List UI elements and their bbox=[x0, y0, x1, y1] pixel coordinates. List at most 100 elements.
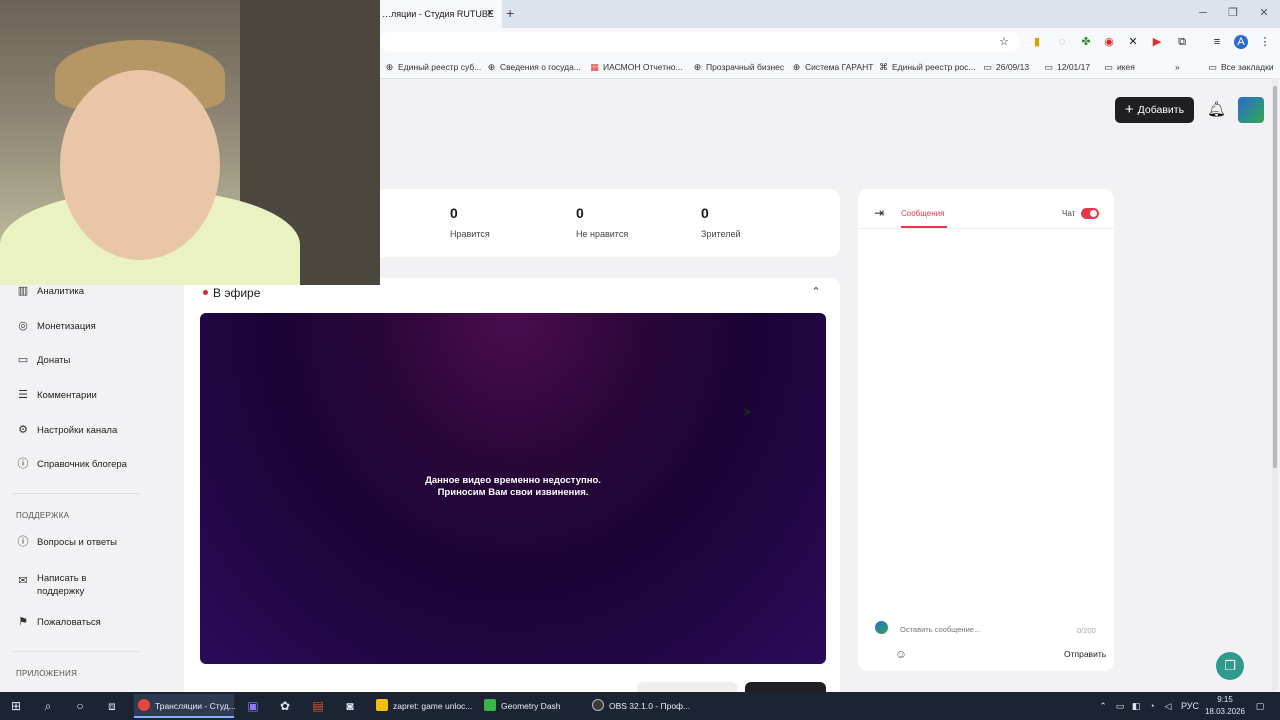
collapse-panel-icon[interactable]: ⇥ bbox=[874, 206, 890, 220]
tray-language[interactable]: РУС bbox=[1178, 698, 1202, 714]
zapret-icon bbox=[376, 699, 388, 711]
player-unavailable-message: Данное видео временно недоступно. bbox=[425, 475, 601, 486]
folder-icon: ▭ bbox=[983, 62, 992, 72]
folder-icon: ▭ bbox=[1044, 62, 1053, 72]
secondary-action-button[interactable] bbox=[637, 682, 737, 692]
chevron-up-icon[interactable]: ⌃ bbox=[809, 285, 823, 299]
taskbar-clock-date[interactable]: 18.03.2026 bbox=[1200, 707, 1250, 716]
sidebar-item-contact-support[interactable]: ✉ Написать в поддержку bbox=[16, 572, 86, 598]
chat-panel bbox=[858, 189, 1114, 671]
bookmark-folder[interactable]: ▭ 12/01/17 bbox=[1043, 60, 1090, 74]
tab-close-icon[interactable]: × bbox=[484, 6, 496, 20]
primary-action-button[interactable] bbox=[745, 682, 826, 692]
kebab-menu-icon[interactable]: ⋮ bbox=[1258, 35, 1272, 49]
sidebar-item-blogger-guide[interactable]: ⓘ Справочник блогера bbox=[16, 455, 127, 473]
extension-icon[interactable]: ◌ bbox=[1055, 35, 1069, 49]
bookmark-item[interactable]: ⊕ Единый реестр суб... bbox=[384, 60, 482, 74]
flag-icon: ⚑ bbox=[18, 616, 28, 628]
chat-toggle-label: Чат bbox=[1062, 209, 1076, 218]
bookmark-item[interactable]: ▦ ИАСМОН Отчетно... bbox=[589, 60, 682, 74]
tray-chevron-up-icon[interactable]: ⌃ bbox=[1097, 698, 1109, 714]
help-chat-icon[interactable]: ❐ bbox=[1216, 652, 1244, 680]
plus-icon: + bbox=[1124, 101, 1134, 118]
globe-icon: ⊕ bbox=[792, 62, 801, 72]
sidebar-item-faq[interactable]: ⓘ Вопросы и ответы bbox=[16, 533, 118, 551]
likes-count: 0 bbox=[450, 205, 458, 221]
search-icon[interactable]: ⌕ bbox=[40, 698, 56, 714]
address-bar[interactable] bbox=[380, 32, 1020, 52]
viewers-label: Зрителей bbox=[701, 229, 741, 239]
globe-icon: ⊕ bbox=[487, 62, 496, 72]
channel-avatar[interactable] bbox=[1238, 97, 1264, 123]
add-button[interactable]: + Добавить bbox=[1115, 97, 1194, 123]
task-view-icon[interactable]: ⧈ bbox=[104, 698, 120, 714]
app-icon[interactable]: ✿ bbox=[277, 698, 293, 714]
sidebar-item-report[interactable]: ⚑ Пожаловаться bbox=[16, 613, 101, 631]
youtube-icon[interactable]: ▶ bbox=[1150, 35, 1164, 49]
taskbar-app-chrome[interactable]: Трансляции - Студ... bbox=[134, 694, 236, 718]
taskbar-app-geometry-dash[interactable]: Geometry Dash bbox=[480, 694, 584, 718]
sidebar-item-donations[interactable]: ▭ Донаты bbox=[16, 351, 71, 369]
chrome-icon bbox=[138, 699, 150, 711]
extension-icon[interactable]: ◉ bbox=[1102, 35, 1116, 49]
question-icon: ⓘ bbox=[17, 536, 29, 548]
profile-icon[interactable]: A bbox=[1234, 35, 1248, 49]
sidebar-item-channel-settings[interactable]: ⚙ Настройки канала bbox=[16, 421, 117, 439]
bookmark-item[interactable]: ⌘ Единый реестр рос... bbox=[878, 60, 976, 74]
windows-start-icon[interactable]: ⊞ bbox=[8, 698, 24, 714]
bookmark-item[interactable]: ⊕ Сведения о госуда... bbox=[486, 60, 581, 74]
globe-icon: ⊕ bbox=[693, 62, 702, 72]
support-section-title: ПОДДЕРЖКА bbox=[16, 511, 70, 520]
network-icon: ⌘ bbox=[879, 62, 888, 72]
scrollbar-thumb[interactable] bbox=[1273, 86, 1277, 468]
folder-icon: ▭ bbox=[1104, 62, 1113, 72]
chat-char-counter: 0/200 bbox=[1077, 626, 1096, 635]
teams-icon[interactable]: ▣ bbox=[245, 698, 261, 714]
send-button[interactable]: Отправить bbox=[1064, 649, 1106, 659]
sidebar-divider bbox=[12, 651, 140, 652]
tray-wifi-icon[interactable]: ◔ bbox=[1146, 698, 1158, 714]
tab-messages[interactable]: Сообщения bbox=[901, 209, 944, 218]
bookmarks-overflow-icon[interactable]: » bbox=[1175, 60, 1180, 74]
sidebar-divider bbox=[12, 493, 140, 494]
user-avatar bbox=[875, 621, 888, 634]
powerpoint-icon[interactable]: ▤ bbox=[310, 698, 326, 714]
taskbar-app-zapret[interactable]: zapret: game unloc... bbox=[372, 694, 476, 718]
tray-network-icon[interactable]: ▭ bbox=[1114, 698, 1126, 714]
tray-app-icon[interactable]: ◧ bbox=[1130, 698, 1142, 714]
bookmark-star-icon[interactable]: ☆ bbox=[997, 35, 1011, 49]
chat-toggle-switch[interactable] bbox=[1081, 208, 1099, 219]
bookmark-folder[interactable]: ▭ икея bbox=[1103, 60, 1135, 74]
bookmark-item[interactable]: ⊕ Прозрачный бизнес bbox=[692, 60, 784, 74]
extension-icon[interactable]: ▮ bbox=[1030, 35, 1044, 49]
bookmark-folder[interactable]: ▭ 26/09/13 bbox=[982, 60, 1029, 74]
extension-icon[interactable]: ✤ bbox=[1079, 35, 1093, 49]
emoji-icon[interactable]: ☺ bbox=[894, 647, 908, 661]
menu-icon[interactable]: ≡ bbox=[1210, 35, 1224, 49]
donate-icon: ▭ bbox=[17, 354, 29, 366]
minimize-icon[interactable]: ─ bbox=[1196, 6, 1210, 20]
viewers-count: 0 bbox=[701, 205, 709, 221]
camera-icon[interactable]: ◙ bbox=[342, 698, 358, 714]
bookmark-item[interactable]: ⊕ Система ГАРАНТ bbox=[791, 60, 874, 74]
taskbar-app-obs[interactable]: OBS 32.1.0 - Проф... bbox=[588, 694, 696, 718]
tray-volume-icon[interactable]: ◁ bbox=[1162, 698, 1174, 714]
geometry-dash-icon bbox=[484, 699, 496, 711]
puzzle-icon[interactable]: ⧉ bbox=[1175, 35, 1189, 49]
sidebar-item-monetization[interactable]: ◎ Монетизация bbox=[16, 317, 96, 335]
globe-icon: ⊕ bbox=[385, 62, 394, 72]
comment-icon: ☰ bbox=[18, 389, 28, 401]
webcam-overlay bbox=[0, 0, 380, 285]
obs-icon bbox=[592, 699, 604, 711]
notifications-icon[interactable]: ▢ bbox=[1253, 698, 1267, 714]
cortana-icon[interactable]: ○ bbox=[72, 698, 88, 714]
close-window-icon[interactable]: ✕ bbox=[1257, 6, 1271, 20]
restore-icon[interactable]: ❐ bbox=[1226, 6, 1240, 20]
sidebar-item-comments[interactable]: ☰ Комментарии bbox=[16, 386, 97, 404]
bell-icon[interactable]: 🔔︎ bbox=[1207, 100, 1226, 120]
bookmark-folder-all[interactable]: ▭ Все закладки bbox=[1207, 60, 1273, 74]
live-section-title: В эфире bbox=[213, 286, 261, 300]
new-tab-icon[interactable]: + bbox=[506, 5, 518, 21]
extension-icon[interactable]: ✕ bbox=[1126, 35, 1140, 49]
taskbar-clock-time[interactable]: 9:15 bbox=[1205, 695, 1245, 704]
